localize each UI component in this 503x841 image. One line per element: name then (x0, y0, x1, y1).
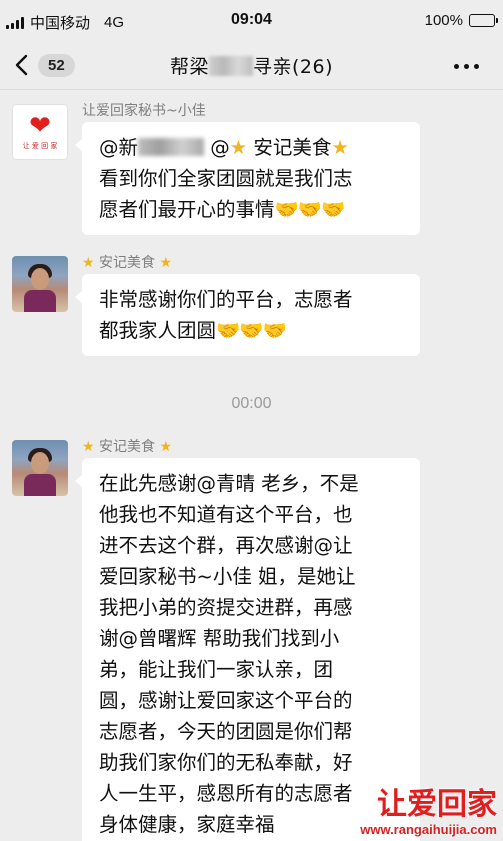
sender-text: 安记美食 (99, 255, 156, 271)
message-line: @新 @★ 安记美食★ (99, 132, 402, 163)
star-icon: ★ (82, 255, 95, 271)
avatar[interactable] (12, 440, 68, 496)
battery-percent: 100% (424, 12, 463, 29)
message-line: 弟，能让我们一家认亲，团 (99, 658, 334, 681)
mention-at: @ (204, 136, 230, 159)
sender-name: 让爱回家秘书~小佳 (82, 103, 206, 119)
chat-title-suffix: 寻亲(26) (253, 56, 334, 78)
message-line: 在此先感谢@青晴 老乡，不是 (99, 472, 359, 495)
message-line: 他我也不知道有这个平台，也 (99, 503, 353, 526)
message-line: 身体健康，家庭幸福 (99, 813, 275, 836)
message-line: 圆，感谢让爱回家这个平台的 (99, 689, 353, 712)
unread-badge: 52 (38, 53, 75, 77)
chat-title-prefix: 帮梁 (169, 56, 209, 78)
message-line: 非常感谢你们的平台，志愿者 (99, 288, 353, 311)
chevron-left-icon (15, 54, 28, 76)
message-line: 志愿者，今天的团圆是你们帮 (99, 720, 353, 743)
message-line: 愿者们最开心的事情🤝🤝🤝 (99, 194, 402, 225)
handshake-icon: 🤝 (297, 198, 322, 221)
watermark-logo: 让爱回家 (377, 787, 497, 822)
star-icon: ★ (331, 136, 349, 159)
mention-text: @新 (99, 136, 139, 159)
chat-timestamp: 00:00 (231, 395, 272, 412)
more-options-button[interactable] (454, 64, 479, 69)
watermark-url: www.rangaihuijia.com (360, 822, 497, 837)
avatar[interactable]: ❤ 让 爱 回 家 (12, 104, 68, 160)
redacted-mention (138, 138, 205, 156)
message-line: 我把小弟的资提交进群，再感 (99, 596, 353, 619)
mention-name: 安记美食 (247, 136, 332, 159)
chat-header: 52 帮梁 寻亲(26) (0, 40, 503, 90)
handshake-icon: 🤝 (321, 198, 345, 221)
watermark: 让爱回家 www.rangaihuijia.com (360, 787, 497, 838)
heart-logo-icon: ❤ (29, 111, 51, 141)
sender-name: ★ 安记美食 ★ (82, 436, 172, 456)
handshake-icon: 🤝 (274, 198, 299, 221)
star-icon: ★ (82, 439, 95, 455)
message-text: 都我家人团圆 (99, 319, 217, 342)
handshake-icon: 🤝 (262, 319, 287, 342)
handshake-icon: 🤝 (216, 319, 240, 342)
star-icon: ★ (229, 136, 248, 159)
avatar[interactable] (12, 256, 68, 312)
dot-icon (454, 64, 459, 69)
sender-name: ★ 安记美食 ★ (82, 252, 172, 272)
message-line: 都我家人团圆🤝🤝🤝 (99, 315, 402, 346)
message-bubble[interactable]: @新 @★ 安记美食★ 看到你们全家团圆就是我们志 愿者们最开心的事情🤝🤝🤝 (75, 122, 420, 235)
status-right: 100% (424, 12, 498, 29)
back-button[interactable]: 52 (14, 50, 84, 80)
message-text: 愿者们最开心的事情 (99, 198, 275, 221)
message-line: 人一生平，感恩所有的志愿者 (99, 782, 353, 805)
message-line: 谢@曾曙辉 帮助我们找到小 (99, 627, 340, 650)
dot-icon (474, 64, 479, 69)
avatar-label: 让 爱 回 家 (22, 142, 58, 150)
message-line: 看到你们全家团圆就是我们志 (99, 167, 353, 190)
handshake-icon: 🤝 (239, 319, 263, 342)
status-bar: 中国移动 4G 09:04 100% (0, 0, 503, 40)
dot-icon (464, 64, 469, 69)
star-icon: ★ (159, 255, 173, 271)
message-line: 进不去这个群，再次感谢@让 (99, 534, 353, 557)
message-bubble[interactable]: 非常感谢你们的平台，志愿者 都我家人团圆🤝🤝🤝 (75, 274, 420, 356)
sender-text: 安记美食 (99, 439, 156, 455)
chat-title: 帮梁 寻亲(26) (100, 52, 403, 79)
message-bubble[interactable]: 在此先感谢@青晴 老乡，不是 他我也不知道有这个平台，也 进不去这个群，再次感谢@让… (75, 458, 420, 841)
redacted-name (209, 56, 253, 76)
message-line: 爱回家秘书~小佳 姐，是她让 (99, 565, 356, 588)
battery-icon (469, 14, 498, 27)
message-line: 助我们家你们的无私奉献，好 (99, 751, 353, 774)
star-icon: ★ (159, 439, 173, 455)
